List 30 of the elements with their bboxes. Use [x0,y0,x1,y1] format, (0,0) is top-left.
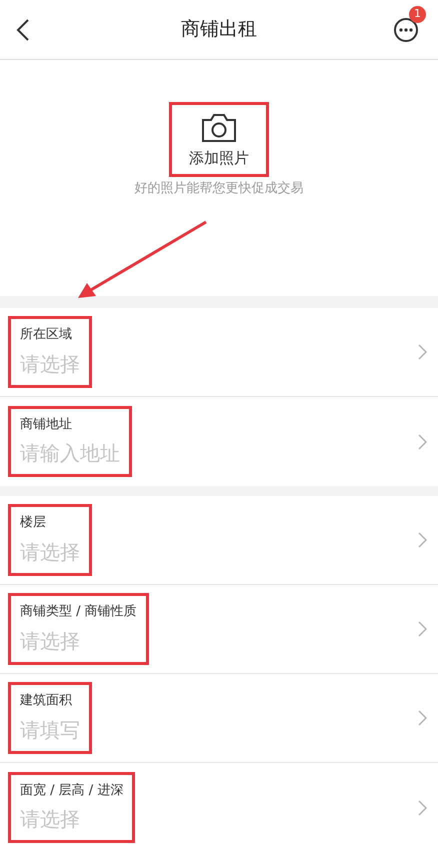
field-placeholder: 请输入地址 [20,440,120,468]
chevron-right-icon [418,434,427,450]
field-label: 楼层 [20,514,47,532]
field-label: 商铺类型 / 商铺性质 [20,603,137,622]
field-label: 所在区域 [20,326,73,344]
field-placeholder: 请选择 [20,350,80,378]
field-label: 面宽 / 层高 / 进深 [20,782,124,800]
field-placeholder: 请选择 [20,538,80,566]
chevron-right-icon [418,621,427,637]
chevron-right-icon [418,532,427,548]
notification-badge: 1 [409,6,426,22]
form-row[interactable]: 商铺类型 / 商铺性质 请选择 [0,585,438,674]
chevron-right-icon [418,710,427,726]
chevron-right-icon [418,800,427,816]
camera-icon [201,113,237,143]
form-row[interactable]: 商铺地址 请输入地址 [0,397,438,486]
field-label: 建筑面积 [20,692,73,710]
form-row[interactable]: 建筑面积 请填写 [0,674,438,763]
form-row[interactable]: 楼层 请选择 [0,496,438,585]
field-placeholder: 请选择 [20,628,81,655]
back-icon [16,18,30,42]
page-title: 商铺出租 [181,17,257,42]
add-photo-button[interactable]: 添加照片 [169,102,269,177]
photo-hint: 好的照片能帮您更快促成交易 [134,180,304,198]
field-placeholder: 请填写 [20,716,80,744]
field-label: 商铺地址 [20,416,73,434]
chevron-right-icon [418,344,427,360]
field-placeholder: 请选择 [20,806,81,834]
form-row[interactable]: 所在区域 请选择 [0,308,438,397]
form-row[interactable]: 面宽 / 层高 / 进深 请选择 [0,763,438,847]
